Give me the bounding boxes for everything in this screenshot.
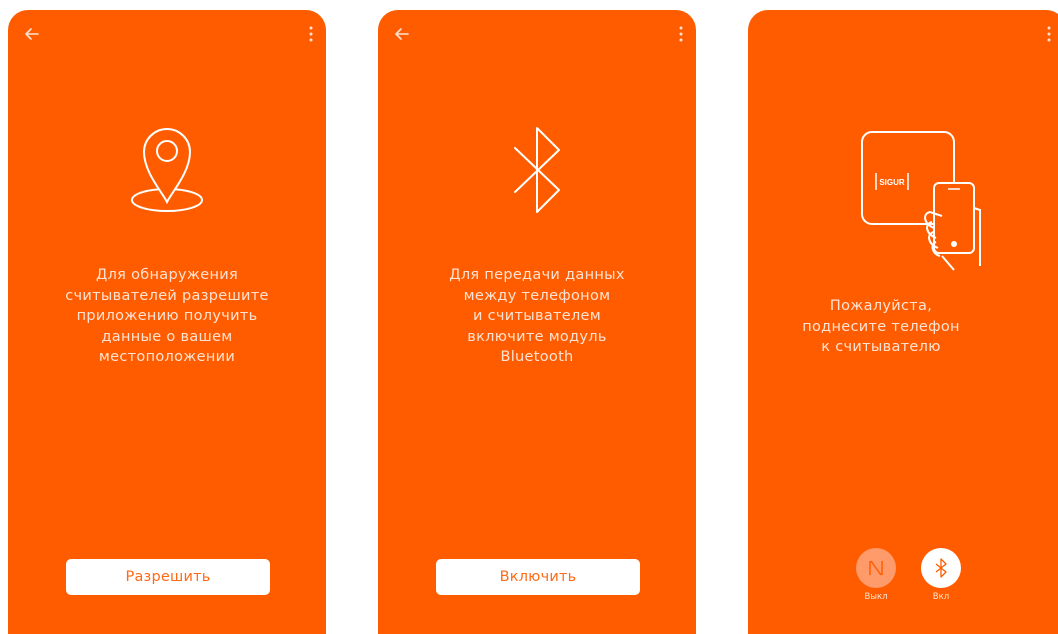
bluetooth-enable-screen: Для передачи данных между телефоном и сч… (378, 10, 696, 634)
enable-button[interactable]: Включить (436, 559, 640, 595)
bluetooth-toggle-button[interactable] (921, 548, 961, 588)
bluetooth-message: Для передачи данных между телефоном и сч… (449, 267, 625, 365)
location-permission-screen: Для обнаружения считывателей разрешите п… (8, 10, 326, 634)
phone-to-reader-icon: SIGUR (748, 128, 1058, 277)
nfc-icon (869, 560, 883, 576)
nfc-toggle-label: Выкл (864, 592, 888, 602)
scan-message: Пожалуйста, поднесите телефон к считыват… (802, 298, 960, 355)
permission-message: Для обнаружения считывателей разрешите п… (65, 267, 269, 365)
more-menu-icon[interactable] (1046, 24, 1052, 44)
allow-button[interactable]: Разрешить (66, 559, 270, 595)
back-arrow-icon[interactable] (22, 24, 42, 44)
bluetooth-icon (378, 120, 696, 224)
more-menu-icon[interactable] (678, 24, 684, 44)
scan-reader-screen: SIGUR Пожалуйста, поднесите телефон к сч… (748, 10, 1058, 634)
more-menu-icon[interactable] (308, 24, 314, 44)
back-arrow-icon[interactable] (392, 24, 412, 44)
bluetooth-toggle-label: Вкл (932, 592, 950, 602)
bluetooth-icon (935, 558, 947, 578)
reader-brand-logo: SIGUR (879, 178, 905, 187)
nfc-toggle-button[interactable] (856, 548, 896, 588)
bluetooth-toggle[interactable]: Вкл (911, 548, 971, 602)
nfc-toggle[interactable]: Выкл (846, 548, 906, 602)
location-pin-icon (8, 120, 326, 224)
